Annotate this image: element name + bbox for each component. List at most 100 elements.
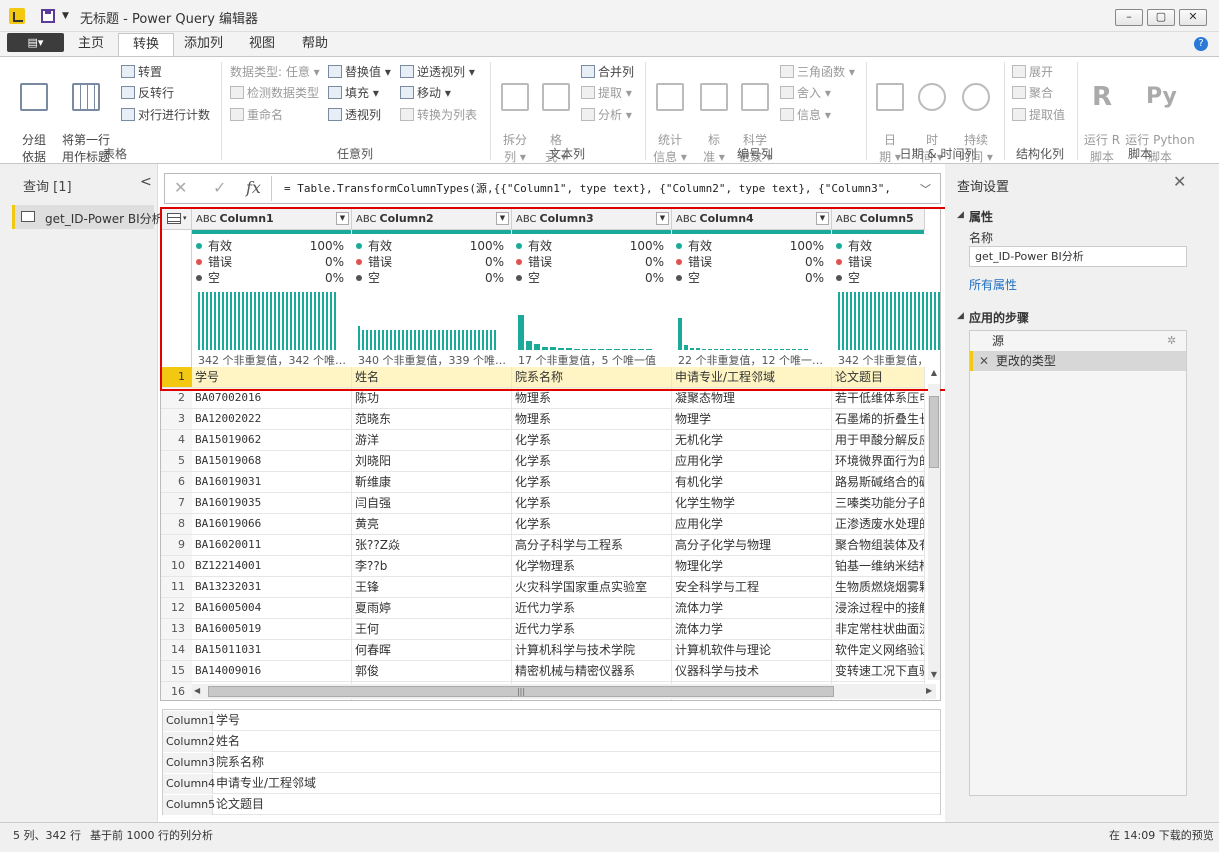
row-number[interactable]: 2 (161, 388, 192, 409)
table-cell[interactable]: 软件定义网络验证 (832, 640, 925, 661)
query-name-input[interactable]: get_ID-Power BI分析 (969, 246, 1187, 267)
rename-button[interactable]: 重命名 (230, 105, 283, 125)
table-cell[interactable]: 物理系 (512, 388, 672, 409)
step-settings-gear-icon[interactable]: ✲ (1167, 334, 1176, 347)
merge-columns-button[interactable]: 合并列 (581, 62, 634, 82)
table-cell[interactable]: 刘晓阳 (352, 451, 512, 472)
table-cell[interactable]: 物理系 (512, 409, 672, 430)
table-cell[interactable]: 近代力学系 (512, 598, 672, 619)
table-cell[interactable]: 正渗透废水处理的 (832, 514, 925, 535)
trigonometry-button[interactable]: 三角函数 ▾ (780, 62, 855, 82)
expand-formula-icon[interactable]: ﹀ (920, 181, 931, 197)
row-number[interactable]: 7 (161, 493, 192, 514)
table-cell[interactable]: 若干低维体系压电 (832, 388, 925, 409)
tab-transform[interactable]: 转换 (118, 33, 175, 56)
table-cell[interactable]: 化学系 (512, 493, 672, 514)
table-cell[interactable]: 李??b (352, 556, 512, 577)
table-cell[interactable]: 流体力学 (672, 598, 832, 619)
all-properties-link[interactable]: 所有属性 (969, 276, 1017, 293)
table-cell[interactable]: 化学系 (512, 514, 672, 535)
data-type-dropdown[interactable]: 数据类型: 任意 ▾ (230, 62, 320, 82)
row-number[interactable]: 6 (161, 472, 192, 493)
table-cell[interactable]: 物理化学 (672, 556, 832, 577)
row-number[interactable]: 8 (161, 514, 192, 535)
table-cell[interactable]: 生物质燃烧烟雾颗 (832, 577, 925, 598)
table-cell[interactable]: BA16005004 (192, 598, 352, 619)
table-cell[interactable]: BA15019068 (192, 451, 352, 472)
table-cell[interactable]: 用于甲酸分解反应 (832, 430, 925, 451)
collapse-steps-icon[interactable]: ◢ (957, 311, 964, 321)
parse-button[interactable]: 分析 ▾ (581, 105, 632, 125)
extract-values-button[interactable]: 提取值 (1012, 105, 1065, 125)
table-cell[interactable]: 应用化学 (672, 451, 832, 472)
row-number[interactable]: 3 (161, 409, 192, 430)
detect-type-button[interactable]: 检测数据类型 (230, 83, 319, 103)
horizontal-scroll-thumb[interactable]: ||| (208, 686, 834, 697)
split-column-button[interactable]: 拆分 列 ▾ (497, 66, 533, 166)
extract-button[interactable]: 提取 ▾ (581, 83, 632, 103)
table-cell[interactable]: 流体力学 (672, 619, 832, 640)
table-cell[interactable]: 范晓东 (352, 409, 512, 430)
information-button[interactable]: 信息 ▾ (780, 105, 831, 125)
table-cell[interactable]: 浸涂过程中的接触 (832, 598, 925, 619)
table-cell[interactable]: 陈功 (352, 388, 512, 409)
table-cell[interactable]: 应用化学 (672, 514, 832, 535)
tab-help[interactable]: 帮助 (288, 33, 342, 56)
step-item-changed-type[interactable]: ✕ 更改的类型 (970, 351, 1186, 371)
table-cell[interactable]: 张??Z焱 (352, 535, 512, 556)
table-cell[interactable]: 化学系 (512, 430, 672, 451)
table-cell[interactable]: BA16019066 (192, 514, 352, 535)
close-button[interactable]: ✕ (1179, 9, 1207, 26)
table-cell[interactable]: 计算机科学与技术学院 (512, 640, 672, 661)
group-by-button[interactable]: 分组 依据 (14, 66, 54, 166)
table-cell[interactable]: 王锋 (352, 577, 512, 598)
table-cell[interactable]: 近代力学系 (512, 619, 672, 640)
table-cell[interactable]: BA15011031 (192, 640, 352, 661)
table-cell[interactable]: 化学物理系 (512, 556, 672, 577)
row-number[interactable]: 13 (161, 619, 192, 640)
step-item-source[interactable]: 源 (970, 332, 1186, 351)
table-cell[interactable]: 夏雨婷 (352, 598, 512, 619)
row-number[interactable]: 12 (161, 598, 192, 619)
count-rows-button[interactable]: 对行进行计数 (121, 105, 210, 125)
fill-button[interactable]: 填充 ▾ (328, 83, 379, 103)
fx-icon[interactable]: fx (246, 178, 261, 197)
cancel-icon[interactable]: ✕ (174, 178, 187, 197)
table-cell[interactable]: 高分子化学与物理 (672, 535, 832, 556)
collapse-properties-icon[interactable]: ◢ (957, 210, 964, 220)
table-cell[interactable]: BA13232031 (192, 577, 352, 598)
table-cell[interactable]: 黄亮 (352, 514, 512, 535)
scroll-down-icon[interactable]: ▼ (928, 670, 940, 682)
table-cell[interactable]: BA07002016 (192, 388, 352, 409)
table-cell[interactable]: 铂基一维纳米结构 (832, 556, 925, 577)
convert-to-list-button[interactable]: 转换为列表 (400, 105, 477, 125)
scroll-up-icon[interactable]: ▲ (928, 368, 940, 382)
row-number[interactable]: 14 (161, 640, 192, 661)
file-menu-button[interactable]: ▤▾ (7, 33, 64, 52)
minimize-button[interactable]: – (1115, 9, 1143, 26)
expand-button[interactable]: 展开 (1012, 62, 1053, 82)
row-number[interactable]: 16 (161, 682, 192, 700)
table-cell[interactable]: 郭俊 (352, 661, 512, 682)
table-cell[interactable]: BA16020011 (192, 535, 352, 556)
table-cell[interactable]: 王何 (352, 619, 512, 640)
transpose-button[interactable]: 转置 (121, 62, 162, 82)
table-cell[interactable]: 环境微界面行为的 (832, 451, 925, 472)
table-cell[interactable]: 聚合物组装体及有 (832, 535, 925, 556)
row-number[interactable]: 5 (161, 451, 192, 472)
maximize-button[interactable]: ▢ (1147, 9, 1175, 26)
tab-add-column[interactable]: 添加列 (170, 33, 237, 56)
table-cell[interactable]: BA14009016 (192, 661, 352, 682)
help-icon[interactable]: ? (1194, 37, 1208, 51)
table-cell[interactable]: 有机化学 (672, 472, 832, 493)
scroll-left-icon[interactable]: ◀ (194, 686, 200, 695)
reverse-rows-button[interactable]: 反转行 (121, 83, 174, 103)
table-cell[interactable]: 何春晖 (352, 640, 512, 661)
table-cell[interactable]: BA12002022 (192, 409, 352, 430)
table-cell[interactable]: 精密机械与精密仪器系 (512, 661, 672, 682)
row-number[interactable]: 11 (161, 577, 192, 598)
table-cell[interactable]: 三嗪类功能分子的 (832, 493, 925, 514)
table-cell[interactable]: 物理学 (672, 409, 832, 430)
query-item[interactable]: get_ID-Power BI分析 (12, 205, 164, 229)
table-cell[interactable]: BA15019062 (192, 430, 352, 451)
